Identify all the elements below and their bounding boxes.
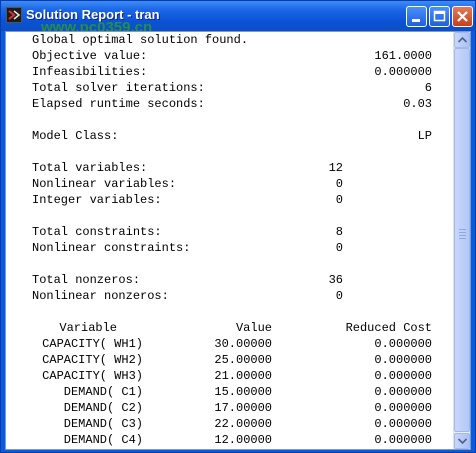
objective-value: 161.0000: [374, 49, 432, 63]
arrow-down-icon: [458, 438, 467, 444]
row-variable: DEMAND( C3): [63, 417, 143, 431]
row-variable: DEMAND( C4): [63, 433, 143, 447]
row-value: 15.00000: [214, 385, 272, 399]
model-class-label: Model Class:: [32, 129, 119, 143]
minimize-icon: [412, 19, 420, 22]
nonlinear-nonzeros-value: 0: [335, 289, 343, 303]
total-variables-value: 12: [328, 161, 343, 175]
infeasibilities-label: Infeasibilities:: [32, 65, 148, 79]
model-class-value: LP: [417, 129, 432, 143]
row-reduced-cost: 0.000000: [374, 337, 432, 351]
close-icon: [457, 11, 468, 22]
row-value: 17.00000: [214, 401, 272, 415]
row-variable: CAPACITY( WH1): [42, 337, 143, 351]
row-variable: CAPACITY( WH2): [42, 353, 143, 367]
total-nonzeros-value: 36: [328, 273, 343, 287]
status-line: Global optimal solution found.: [32, 33, 249, 47]
total-constraints-label: Total constraints:: [32, 225, 162, 239]
row-value: 22.00000: [214, 417, 272, 431]
row-value: 25.00000: [214, 353, 272, 367]
runtime-value: 0.03: [403, 97, 432, 111]
total-nonzeros-label: Total nonzeros:: [32, 273, 141, 287]
nonlinear-constraints-value: 0: [335, 241, 343, 255]
header-reduced-cost: Reduced Cost: [345, 321, 432, 335]
maximize-icon: [433, 10, 446, 22]
row-reduced-cost: 0.000000: [374, 369, 432, 383]
row-reduced-cost: 0.000000: [374, 417, 432, 431]
total-variables-label: Total variables:: [32, 161, 148, 175]
nonlinear-variables-value: 0: [335, 177, 343, 191]
header-variable: Variable: [59, 321, 117, 335]
title-bar[interactable]: Solution Report - tran www.pc0359.cn: [1, 1, 475, 36]
row-value: 21.00000: [214, 369, 272, 383]
nonlinear-variables-label: Nonlinear variables:: [32, 177, 177, 191]
arrow-up-icon: [458, 37, 467, 43]
nonlinear-constraints-label: Nonlinear constraints:: [32, 241, 191, 255]
solution-report-window: Solution Report - tran www.pc0359.cn Glo…: [0, 0, 476, 453]
row-value: 30.00000: [214, 337, 272, 351]
total-constraints-value: 8: [335, 225, 343, 239]
integer-variables-value: 0: [335, 193, 343, 207]
row-reduced-cost: 0.000000: [374, 401, 432, 415]
close-button[interactable]: [452, 6, 473, 27]
row-reduced-cost: 0.000000: [374, 433, 432, 447]
runtime-label: Elapsed runtime seconds:: [32, 97, 205, 111]
iterations-value: 6: [424, 81, 432, 95]
solution-report-text[interactable]: Global optimal solution found. Objective…: [6, 32, 456, 449]
maximize-button[interactable]: [429, 6, 450, 27]
report-client-area: Global optimal solution found. Objective…: [5, 31, 471, 450]
scroll-up-button[interactable]: [454, 32, 470, 48]
scroll-down-button[interactable]: [454, 433, 470, 449]
header-value: Value: [235, 321, 272, 335]
vertical-scrollbar[interactable]: [453, 32, 470, 449]
scrollbar-thumb[interactable]: [454, 48, 470, 432]
objective-label: Objective value:: [32, 49, 148, 63]
integer-variables-label: Integer variables:: [32, 193, 162, 207]
row-value: 12.00000: [214, 433, 272, 447]
row-variable: DEMAND( C1): [63, 385, 143, 399]
row-variable: DEMAND( C2): [63, 401, 143, 415]
infeasibilities-value: 0.000000: [374, 65, 432, 79]
iterations-label: Total solver iterations:: [32, 81, 205, 95]
row-reduced-cost: 0.000000: [374, 353, 432, 367]
nonlinear-nonzeros-label: Nonlinear nonzeros:: [32, 289, 169, 303]
minimize-button[interactable]: [406, 6, 427, 27]
row-reduced-cost: 0.000000: [374, 385, 432, 399]
app-icon[interactable]: [6, 7, 22, 23]
row-variable: CAPACITY( WH3): [42, 369, 143, 383]
